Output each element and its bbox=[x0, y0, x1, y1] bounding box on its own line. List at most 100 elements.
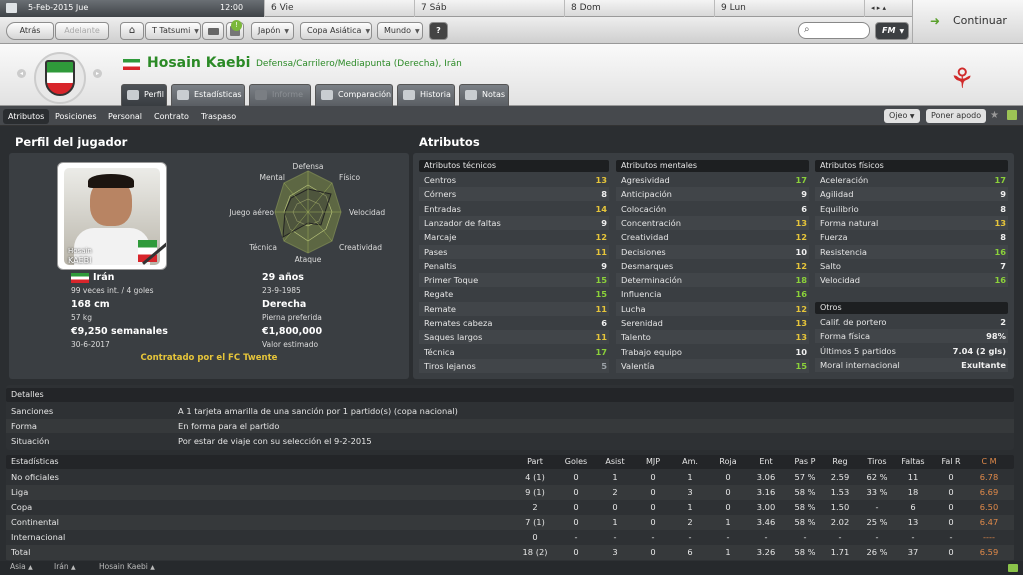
attribute-row[interactable]: Moral internacional Exultante bbox=[815, 357, 1008, 372]
stats-column-header[interactable]: Fal R bbox=[934, 455, 968, 469]
day-nav-arrows[interactable]: ◂ ▸ ▴ bbox=[864, 0, 912, 17]
attribute-row[interactable]: Salto 7 bbox=[815, 259, 1008, 273]
attribute-row[interactable]: Calif. de portero 2 bbox=[815, 315, 1008, 329]
attribute-row[interactable]: Lucha 12 bbox=[616, 301, 809, 316]
tab-estadisticas[interactable]: Estadísticas bbox=[171, 84, 245, 106]
stats-column-header[interactable]: MJP bbox=[636, 455, 670, 469]
next-player-button[interactable]: ▸ bbox=[93, 69, 102, 78]
attribute-row[interactable]: Determinación 18 bbox=[616, 273, 809, 288]
back-button[interactable]: Atrás bbox=[6, 22, 54, 40]
subnav-contrato[interactable]: Contrato bbox=[149, 109, 194, 124]
fm-menu[interactable]: FM ▼ bbox=[875, 22, 909, 40]
world-menu[interactable]: Mundo ▼ bbox=[377, 22, 423, 40]
attribute-row[interactable]: Saques largos 11 bbox=[419, 330, 609, 345]
subnav-personal[interactable]: Personal bbox=[103, 109, 147, 124]
nation-name[interactable]: Irán bbox=[93, 272, 114, 283]
stats-column-header[interactable]: Ent bbox=[749, 455, 783, 469]
stats-column-header[interactable]: Faltas bbox=[896, 455, 930, 469]
stats-row[interactable]: Internacional 0- - - - - - - - - - - ---- bbox=[6, 530, 1014, 545]
breadcrumb-iran[interactable]: Irán ▲ bbox=[54, 562, 76, 571]
attribute-row[interactable]: Agresividad 17 bbox=[616, 173, 809, 187]
subnav-traspaso[interactable]: Traspaso bbox=[196, 109, 241, 124]
stats-row[interactable]: Total 18 (2) 0 3 0 6 1 3.26 58 % 1.71 26 % 37 0 6.59 bbox=[6, 545, 1014, 560]
attribute-row[interactable]: Primer Toque 15 bbox=[419, 273, 609, 288]
subnav-atributos[interactable]: Atributos bbox=[3, 109, 50, 124]
stats-row[interactable]: Continental 7 (1) 0 1 0 2 1 3.46 58 % 2.02 25 % 13 0… bbox=[6, 515, 1014, 530]
attribute-row[interactable]: Trabajo equipo 10 bbox=[616, 345, 809, 359]
attribute-row[interactable]: Remates cabeza 6 bbox=[419, 316, 609, 330]
subnav-posiciones[interactable]: Posiciones bbox=[50, 109, 102, 124]
breadcrumb-asia[interactable]: Asia ▲ bbox=[10, 562, 33, 571]
stats-column-header[interactable]: Roja bbox=[711, 455, 745, 469]
contract-status[interactable]: Contratado por el FC Twente bbox=[9, 353, 409, 363]
attribute-row[interactable]: Forma natural 13 bbox=[815, 215, 1008, 230]
breadcrumb-player[interactable]: Hosain Kaebi ▲ bbox=[99, 562, 155, 571]
attribute-row[interactable]: Remate 11 bbox=[419, 301, 609, 316]
attribute-row[interactable]: Resistencia 16 bbox=[815, 244, 1008, 259]
previous-player-button[interactable]: ◂ bbox=[17, 69, 26, 78]
attribute-row[interactable]: Anticipación 9 bbox=[616, 187, 809, 202]
stats-row[interactable]: Liga 9 (1) 0 2 0 3 0 3.16 58 % 1.53 33 % 18 0 6.69 bbox=[6, 485, 1014, 500]
ojeo-menu[interactable]: Ojeo ▼ bbox=[884, 109, 920, 123]
day-1[interactable]: 6 Vie bbox=[264, 0, 414, 17]
stats-row[interactable]: Copa 2 0 0 0 1 0 3.00 58 % 1.50 - 6 0 6.50 bbox=[6, 500, 1014, 515]
attribute-row[interactable]: Velocidad 16 bbox=[815, 273, 1008, 288]
attribute-row[interactable]: Concentración 13 bbox=[616, 215, 809, 230]
set-nickname-button[interactable]: Poner apodo bbox=[926, 109, 987, 123]
status-icon[interactable] bbox=[1008, 564, 1018, 572]
attribute-row[interactable]: Entradas 14 bbox=[419, 202, 609, 216]
attribute-row[interactable]: Córners 8 bbox=[419, 187, 609, 202]
attribute-row[interactable]: Lanzador de faltas 9 bbox=[419, 215, 609, 230]
tab-comparacion[interactable]: Comparación bbox=[315, 84, 393, 106]
attribute-row[interactable]: Últimos 5 partidos 7.04 (2 gls) bbox=[815, 344, 1008, 358]
attribute-row[interactable]: Agilidad 9 bbox=[815, 187, 1008, 202]
stats-column-header[interactable]: Goles bbox=[559, 455, 593, 469]
tab-notas[interactable]: Notas bbox=[459, 84, 509, 106]
attribute-row[interactable]: Fuerza 8 bbox=[815, 230, 1008, 244]
stats-column-header[interactable]: Am. bbox=[673, 455, 707, 469]
attribute-row[interactable]: Centros 13 bbox=[419, 173, 609, 187]
competition-menu[interactable]: Copa Asiática ▼ bbox=[300, 22, 372, 40]
stats-column-header[interactable]: Part bbox=[518, 455, 552, 469]
attribute-row[interactable]: Regate 15 bbox=[419, 287, 609, 301]
stats-row[interactable]: No oficiales 4 (1) 0 1 0 1 0 3.06 57 % 2.59 62 % 11… bbox=[6, 470, 1014, 485]
attribute-row[interactable]: Marcaje 12 bbox=[419, 230, 609, 244]
tab-perfil[interactable]: Perfil bbox=[121, 84, 167, 106]
tab-historia[interactable]: Historia bbox=[397, 84, 455, 106]
stats-column-header[interactable]: C M bbox=[972, 455, 1006, 469]
attribute-row[interactable]: Valentía 15 bbox=[616, 358, 809, 373]
attribute-row[interactable]: Serenidad 13 bbox=[616, 316, 809, 330]
attribute-row[interactable]: Desmarques 12 bbox=[616, 259, 809, 273]
day-3[interactable]: 8 Dom bbox=[564, 0, 714, 17]
attribute-row[interactable]: Talento 13 bbox=[616, 330, 809, 345]
tab-informe[interactable]: Informe bbox=[249, 84, 311, 106]
stats-column-header[interactable]: Reg bbox=[823, 455, 857, 469]
attribute-row[interactable]: Decisiones 10 bbox=[616, 244, 809, 259]
day-4[interactable]: 9 Lun bbox=[714, 0, 864, 17]
attribute-row[interactable]: Penaltis 9 bbox=[419, 259, 609, 273]
day-2[interactable]: 7 Sáb bbox=[414, 0, 564, 17]
stats-column-header[interactable]: Pas P bbox=[788, 455, 822, 469]
attribute-row[interactable]: Influencia 16 bbox=[616, 287, 809, 301]
edit-icon[interactable] bbox=[1007, 110, 1017, 120]
home-button[interactable]: ⌂ bbox=[120, 22, 144, 40]
help-button[interactable]: ? bbox=[429, 22, 448, 40]
attribute-row[interactable]: Técnica 17 bbox=[419, 345, 609, 359]
stats-column-header[interactable]: Tiros bbox=[860, 455, 894, 469]
manager-menu[interactable]: T Tatsumi ▼ bbox=[145, 22, 201, 40]
nation-menu[interactable]: Japón ▼ bbox=[251, 22, 294, 40]
attribute-row[interactable]: Equilibrio 8 bbox=[815, 202, 1008, 216]
attribute-row[interactable]: Aceleración 17 bbox=[815, 173, 1008, 187]
continue-button[interactable]: ➜ Continuar bbox=[912, 0, 1023, 44]
attribute-row[interactable]: Creatividad 12 bbox=[616, 230, 809, 244]
star-icon[interactable]: ★ bbox=[990, 110, 999, 121]
attribute-row[interactable]: Forma física 98% bbox=[815, 329, 1008, 344]
forward-button[interactable]: Adelante bbox=[55, 22, 109, 40]
attribute-row[interactable]: Colocación 6 bbox=[616, 202, 809, 216]
stats-column-header[interactable]: Asist bbox=[598, 455, 632, 469]
current-date-cell[interactable]: 5-Feb-2015 Jue 12:00 bbox=[0, 0, 264, 17]
search-input[interactable]: ⌕ bbox=[798, 22, 870, 39]
inbox-button[interactable] bbox=[202, 22, 224, 40]
attribute-row[interactable]: Pases 11 bbox=[419, 244, 609, 259]
attribute-row[interactable]: Tiros lejanos 5 bbox=[419, 358, 609, 373]
